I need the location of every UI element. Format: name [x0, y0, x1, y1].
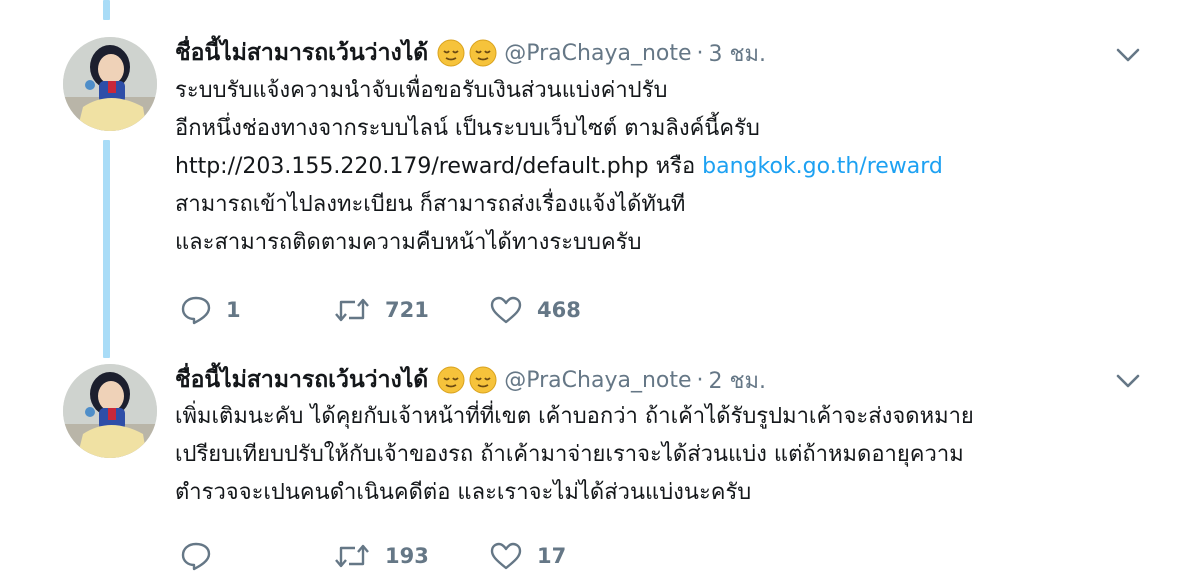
tweet-text-line: สามารถเข้าไปลงทะเบียน ก็สามารถส่งเรื่องแ… [175, 192, 686, 217]
retweet-button[interactable]: 193 [333, 540, 429, 572]
timestamp[interactable]: 3 ชม. [709, 36, 766, 71]
emoji-group [436, 38, 498, 68]
timestamp[interactable]: 2 ชม. [709, 363, 766, 398]
or-text: หรือ [655, 154, 696, 179]
plain-url: http://203.155.220.179/reward/default.ph… [175, 154, 649, 179]
tweet-text-line: ระบบรับแจ้งความนำจับเพื่อขอรับเงินส่วนแบ… [175, 78, 668, 103]
tweet-text-line: เปรียบเทียบปรับให้กับเจ้าของรถ ถ้าเค้ามา… [175, 442, 964, 467]
like-button[interactable]: 17 [489, 540, 566, 572]
tweet-text-line: ตำรวจจะเปนคนดำเนินคดีต่อ และเราจะไม่ได้ส… [175, 480, 752, 505]
relieved-face-emoji-icon [437, 39, 465, 67]
reply-icon [181, 542, 211, 571]
meta-separator: · [696, 40, 704, 66]
retweet-icon [335, 298, 369, 322]
heart-icon [490, 542, 522, 570]
reply-icon [181, 296, 211, 325]
handle[interactable]: @PraChaya_note [504, 368, 691, 393]
display-name[interactable]: ชื่อนี้ไม่สามารถเว้นว่างได้ [175, 35, 428, 71]
like-count: 17 [537, 544, 567, 568]
avatar[interactable] [63, 364, 157, 458]
tweet-text-line: เพิ่มเติมนะคับ ได้คุยกับเจ้าหน้าที่ที่เข… [175, 404, 974, 429]
thread-line-connector [103, 140, 110, 358]
avatar[interactable] [63, 37, 157, 131]
retweet-count: 721 [385, 298, 429, 322]
chevron-down-icon[interactable] [1113, 44, 1143, 66]
reward-link[interactable]: bangkok.go.th/reward [702, 154, 943, 179]
emoji-group [436, 365, 498, 395]
reply-count: 1 [226, 298, 241, 322]
tweet-header: ชื่อนี้ไม่สามารถเว้นว่างได้ @PraChaya_no… [175, 364, 766, 396]
tweet-text: ระบบรับแจ้งความนำจับเพื่อขอรับเงินส่วนแบ… [175, 72, 943, 262]
avatar-image [63, 364, 157, 458]
chevron-down-icon[interactable] [1113, 370, 1143, 392]
relieved-face-emoji-icon [469, 366, 497, 394]
thread-line-top [103, 0, 110, 20]
tweet-text-line: http://203.155.220.179/reward/default.ph… [175, 148, 943, 186]
relieved-face-emoji-icon [437, 366, 465, 394]
relieved-face-emoji-icon [469, 39, 497, 67]
heart-icon [490, 296, 522, 324]
retweet-count: 193 [385, 544, 429, 568]
tweet-text-line: อีกหนึ่งช่องทางจากระบบไลน์ เป็นระบบเว็บไ… [175, 116, 760, 141]
tweet-text: เพิ่มเติมนะคับ ได้คุยกับเจ้าหน้าที่ที่เข… [175, 398, 974, 512]
avatar-image [63, 37, 157, 131]
like-count: 468 [537, 298, 581, 322]
reply-button[interactable]: 1 [180, 294, 241, 326]
display-name[interactable]: ชื่อนี้ไม่สามารถเว้นว่างได้ [175, 362, 428, 398]
meta-separator: · [696, 367, 704, 393]
handle[interactable]: @PraChaya_note [504, 41, 691, 66]
reply-button[interactable] [180, 540, 226, 572]
like-button[interactable]: 468 [489, 294, 581, 326]
retweet-icon [335, 544, 369, 568]
retweet-button[interactable]: 721 [333, 294, 429, 326]
tweet-text-line: และสามารถติดตามความคืบหน้าได้ทางระบบครับ [175, 230, 642, 255]
tweet-header: ชื่อนี้ไม่สามารถเว้นว่างได้ @PraChaya_no… [175, 37, 766, 69]
